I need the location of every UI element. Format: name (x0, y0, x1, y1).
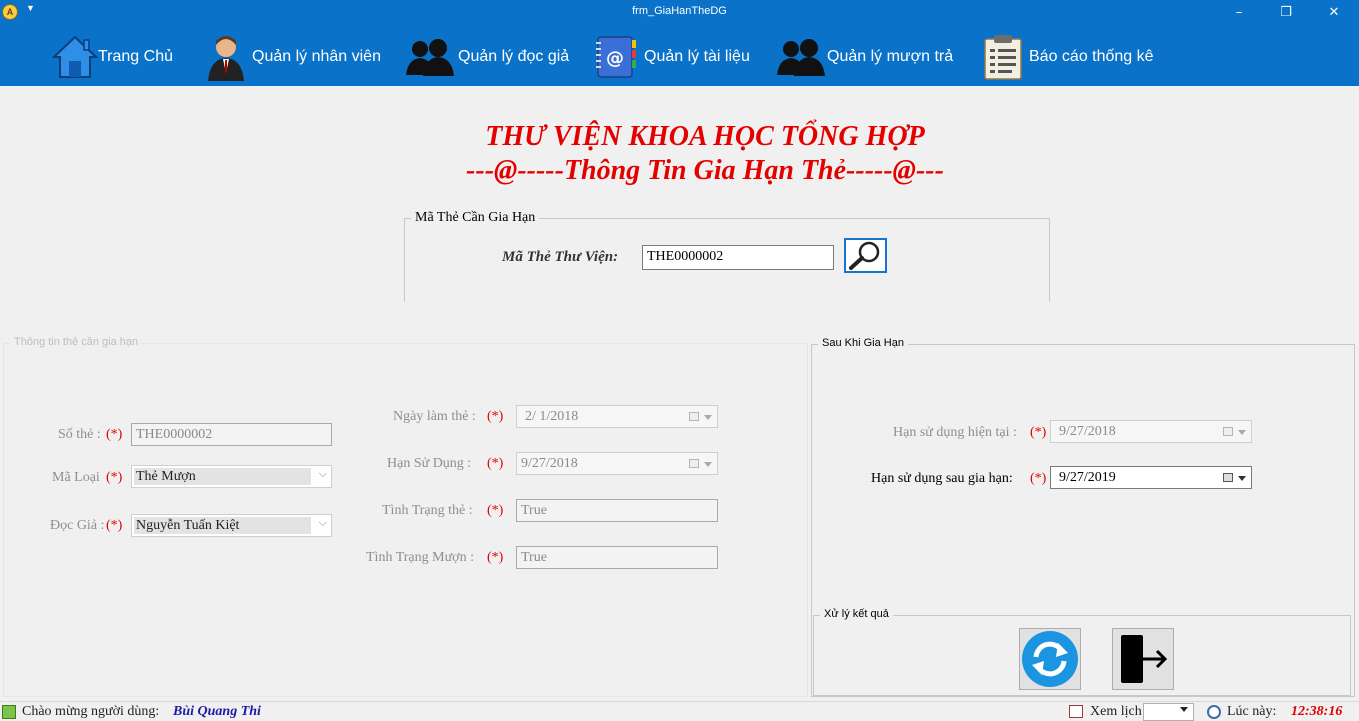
home-icon (52, 35, 98, 78)
created-date-value: 2/ 1/2018 (525, 409, 579, 424)
time-label: Lúc này: (1227, 704, 1277, 719)
expiry-date-label: Hạn Sử Dụng : (387, 456, 472, 471)
library-card-input[interactable]: THE0000002 (642, 245, 834, 270)
menu-staff-label: Quản lý nhân viên (252, 48, 381, 65)
menu-staff[interactable]: Quản lý nhân viên (206, 32, 381, 82)
reader-select[interactable]: Nguyễn Tuấn Kiệt ⌵ (131, 514, 332, 537)
card-number-field[interactable]: THE0000002 (131, 423, 332, 446)
dropdown-arrow-icon (1238, 430, 1246, 435)
borrow-status-label: Tình Trạng Mượn : (366, 550, 474, 565)
new-expiry-value: 9/27/2019 (1059, 470, 1116, 485)
menu-readers[interactable]: Quản lý đọc giả (406, 32, 569, 82)
report-icon (984, 35, 1022, 80)
current-expiry-value: 9/27/2018 (1059, 424, 1116, 439)
current-user: Bùi Quang Thi (173, 704, 261, 719)
employee-icon (208, 36, 244, 81)
expiry-date-required: (*) (487, 456, 504, 471)
created-date-picker[interactable]: 2/ 1/2018 (516, 405, 718, 428)
view-calendar-label: Xem lịch (1090, 704, 1142, 719)
menu-home[interactable]: Trang Chủ (52, 32, 173, 82)
card-status-required: (*) (487, 503, 504, 518)
menu-borrow-return-label: Quản lý mượn trả (827, 48, 954, 65)
card-type-value: Thẻ Mượn (134, 468, 311, 485)
result-group-title: Xử lý kết quả (820, 608, 893, 620)
dropdown-arrow-icon (704, 415, 712, 420)
people-icon (777, 39, 825, 76)
dropdown-arrow-icon (1180, 707, 1188, 712)
library-card-label: Mã Thẻ Thư Viện: (502, 249, 619, 265)
card-info-group-title: Thông tin thẻ cần gia hạn (10, 336, 143, 348)
svg-text:@: @ (606, 48, 624, 69)
menu-documents[interactable]: @ Quản lý tài liệu (594, 32, 750, 82)
readers-icon (406, 39, 454, 76)
created-date-label: Ngày làm thẻ : (393, 409, 476, 424)
extend-refresh-button[interactable] (1019, 628, 1081, 690)
after-extension-group-title: Sau Khi Gia Hạn (818, 337, 908, 349)
new-expiry-required: (*) (1030, 471, 1047, 486)
card-number-label: Số thẻ : (58, 427, 101, 442)
close-button[interactable]: ✕ (1320, 2, 1348, 24)
dropdown-arrow-icon (1238, 476, 1246, 481)
card-type-label: Mã Loại (52, 470, 100, 485)
card-status-field[interactable]: True (516, 499, 718, 522)
calendar-icon (1223, 427, 1233, 436)
welcome-label: Chào mừng người dùng: (22, 704, 160, 719)
chevron-down-icon: ⌵ (318, 517, 327, 529)
expiry-date-value: 9/27/2018 (521, 456, 578, 471)
address-book-icon: @ (596, 36, 636, 78)
exit-icon (1121, 635, 1168, 683)
new-expiry-picker[interactable]: 9/27/2019 (1050, 466, 1252, 489)
search-button[interactable] (844, 238, 887, 273)
current-expiry-required: (*) (1030, 425, 1047, 440)
menu-reports[interactable]: Báo cáo thống kê (982, 32, 1154, 82)
calendar-icon (1069, 705, 1083, 718)
reader-required: (*) (106, 518, 123, 533)
minimize-button[interactable]: – (1225, 2, 1253, 24)
card-status-label: Tình Trạng thẻ : (382, 503, 473, 518)
current-expiry-label: Hạn sử dụng hiện tại : (893, 425, 1017, 440)
dropdown-arrow-icon (704, 462, 712, 467)
menu-home-label: Trang Chủ (98, 48, 173, 65)
chevron-down-icon: ⌵ (318, 468, 327, 480)
page-title: THƯ VIỆN KHOA HỌC TỔNG HỢP (485, 121, 925, 152)
current-time: 12:38:16 (1291, 704, 1343, 719)
top-menu-bar: A ▼ frm_GiaHanTheDG – ❐ ✕ Trang Chủ Quản… (0, 0, 1359, 86)
calendar-icon (1223, 473, 1233, 482)
card-number-required: (*) (106, 427, 123, 442)
status-bar: Chào mừng người dùng: Bùi Quang Thi Xem … (0, 701, 1359, 721)
reader-label: Đọc Giả : (50, 518, 105, 533)
reader-value: Nguyễn Tuấn Kiệt (134, 517, 311, 534)
refresh-icon (1022, 631, 1078, 687)
check-icon (2, 705, 16, 719)
expiry-date-picker[interactable]: 9/27/2018 (516, 452, 718, 475)
window-title: frm_GiaHanTheDG (632, 5, 727, 17)
card-type-select[interactable]: Thẻ Mượn ⌵ (131, 465, 332, 488)
created-date-required: (*) (487, 409, 504, 424)
borrow-status-required: (*) (487, 550, 504, 565)
page-subtitle: ---@-----Thông Tin Gia Hạn Thẻ-----@--- (466, 155, 944, 186)
result-group: Xử lý kết quả (813, 608, 1351, 696)
maximize-button[interactable]: ❐ (1272, 2, 1300, 24)
clock-icon (1207, 705, 1221, 719)
calendar-icon (689, 459, 699, 468)
borrow-status-field[interactable]: True (516, 546, 718, 569)
card-search-group-title: Mã Thẻ Cần Gia Hạn (411, 211, 540, 225)
magnifier-icon (849, 241, 880, 270)
current-expiry-picker[interactable]: 9/27/2018 (1050, 420, 1252, 443)
calendar-icon (689, 412, 699, 421)
menu-borrow-return[interactable]: Quản lý mượn trả (777, 32, 953, 82)
menu-readers-label: Quản lý đọc giả (458, 48, 570, 65)
menu-documents-label: Quản lý tài liệu (644, 48, 750, 65)
exit-button[interactable] (1112, 628, 1174, 690)
calendar-select[interactable] (1143, 703, 1194, 721)
new-expiry-label: Hạn sử dụng sau gia hạn: (871, 471, 1013, 486)
menu-reports-label: Báo cáo thống kê (1029, 48, 1154, 65)
card-type-required: (*) (106, 470, 123, 485)
